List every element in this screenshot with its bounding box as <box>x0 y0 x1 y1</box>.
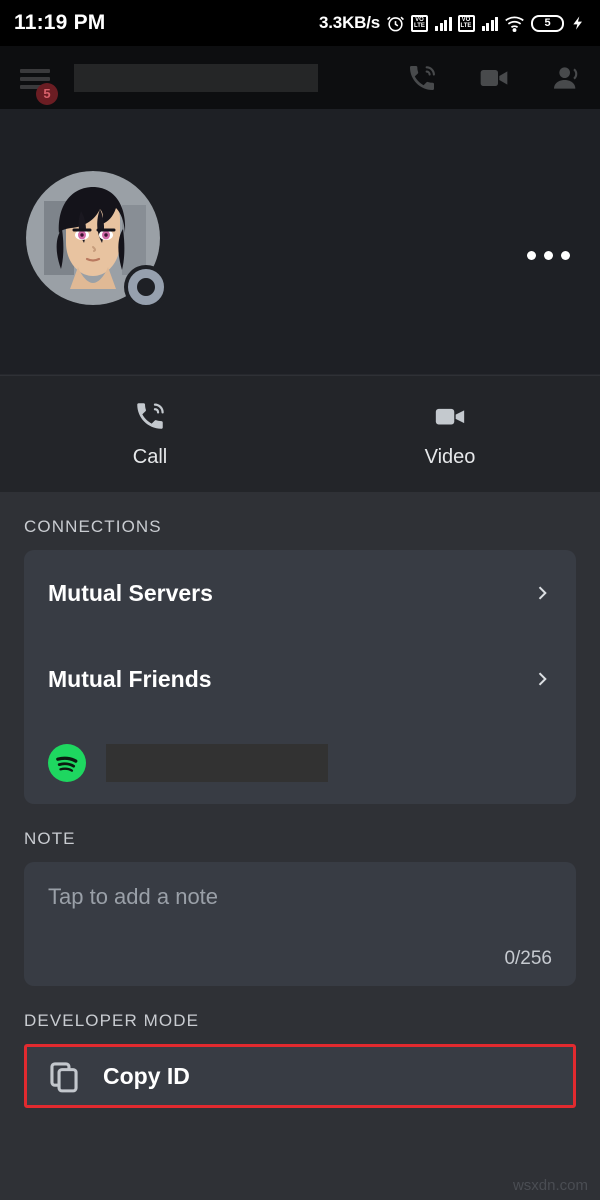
profile-header <box>0 109 600 457</box>
video-button-label: Video <box>424 446 476 468</box>
note-character-counter: 0/256 <box>504 948 552 969</box>
alarm-icon <box>386 14 405 33</box>
mutual-servers-row[interactable]: Mutual Servers <box>24 550 576 636</box>
wifi-icon <box>504 13 525 34</box>
battery-level-label: 5 <box>544 17 551 29</box>
phone-call-icon <box>132 399 168 433</box>
video-camera-icon <box>432 399 468 433</box>
copy-id-label: Copy ID <box>103 1062 190 1089</box>
spotify-icon <box>48 744 86 782</box>
status-bar-icons: 3.3KB/s VO LTE VO LTE 5 <box>319 13 586 34</box>
mutual-friends-label: Mutual Friends <box>48 665 212 692</box>
copy-icon <box>47 1059 81 1093</box>
profile-actions-row: Call Video <box>0 376 600 492</box>
network-speed-label: 3.3KB/s <box>319 13 380 32</box>
member-list-icon[interactable] <box>550 62 582 94</box>
watermark: wsxdn.com <box>512 1177 588 1194</box>
phone-call-icon[interactable] <box>406 62 438 94</box>
signal-bars-sim2-icon <box>481 15 498 31</box>
developer-mode-section-title: DEVELOPER MODE <box>24 1011 200 1030</box>
volte-sim2-icon: VO LTE <box>457 14 475 32</box>
hamburger-menu-icon[interactable]: 5 <box>18 61 58 105</box>
signal-bars-sim1-icon <box>435 15 452 31</box>
connections-card: Mutual Servers Mutual Friends <box>24 550 576 804</box>
video-button[interactable]: Video <box>300 399 600 469</box>
call-button-label: Call <box>132 446 168 468</box>
note-card[interactable]: Tap to add a note 0/256 <box>24 862 576 986</box>
connections-section-title: CONNECTIONS <box>24 517 162 536</box>
mutual-friends-row[interactable]: Mutual Friends <box>24 636 576 722</box>
system-status-bar: 11:19 PM 3.3KB/s VO LTE VO LTE 5 <box>0 0 600 46</box>
volte-sim1-icon: VO LTE <box>411 14 428 32</box>
channel-nav-bar: 5 <box>0 46 600 109</box>
avatar[interactable] <box>26 171 168 309</box>
mutual-servers-label: Mutual Servers <box>48 579 213 606</box>
more-options-icon[interactable] <box>527 251 570 260</box>
battery-indicator: 5 <box>531 14 564 32</box>
profile-content: CONNECTIONS Mutual Servers Mutual Friend… <box>0 492 600 1200</box>
discord-user-profile-screen: 11:19 PM 3.3KB/s VO LTE VO LTE 5 5 Call … <box>0 0 600 1200</box>
channel-title-redacted[interactable] <box>74 63 318 92</box>
chevron-right-icon <box>532 583 552 603</box>
status-bar-clock: 11:19 PM <box>14 11 106 34</box>
status-badge <box>124 265 168 309</box>
call-button[interactable]: Call <box>0 399 300 469</box>
nav-action-icons <box>406 62 582 94</box>
spotify-account-redacted <box>106 744 328 782</box>
note-section-title: NOTE <box>24 829 76 848</box>
video-camera-icon[interactable] <box>478 62 510 94</box>
spotify-connection-row[interactable] <box>24 722 576 804</box>
copy-id-row[interactable]: Copy ID <box>24 1044 576 1108</box>
charging-bolt-icon <box>570 13 586 33</box>
unread-badge: 5 <box>36 82 58 105</box>
chevron-right-icon <box>532 669 552 689</box>
note-input[interactable]: Tap to add a note <box>48 884 552 910</box>
